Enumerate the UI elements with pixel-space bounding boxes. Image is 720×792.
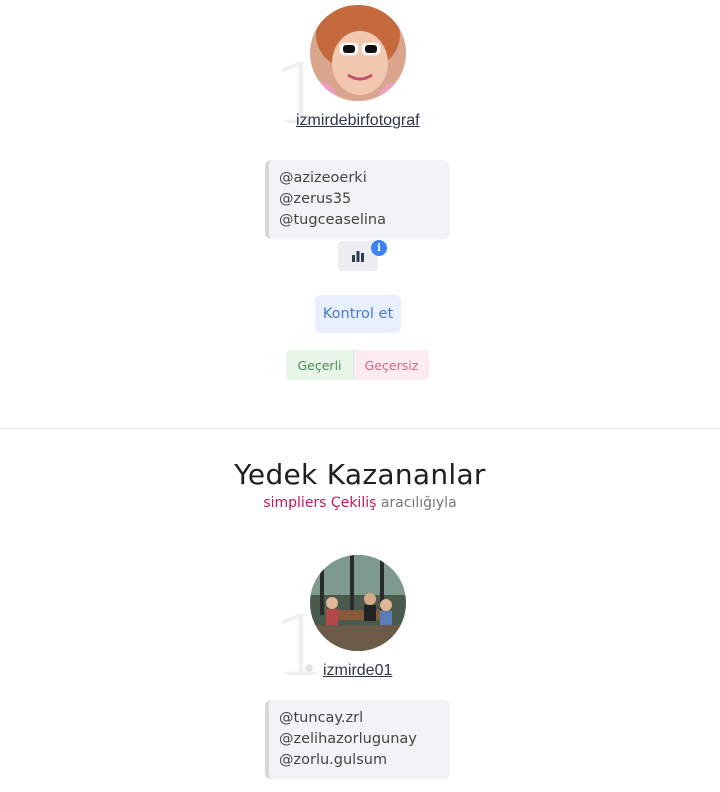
mentions-box: @tuncay.zrl @zelihazorlugunay @zorlu.gul… [265, 700, 450, 779]
avatar[interactable] [310, 555, 406, 651]
info-icon[interactable]: i [371, 240, 387, 256]
avatar[interactable] [310, 5, 406, 101]
backup-username-link[interactable]: izmirde01 [323, 662, 392, 680]
mention-line: @tuncay.zrl [279, 710, 364, 726]
mentions-box: @azizeoerki @zerus35 @tugceaselina [265, 160, 450, 239]
mention-line: @zorlu.gulsum [279, 752, 388, 768]
check-button[interactable]: Kontrol et [315, 295, 401, 333]
mention-line: @azizeoerki @zerus35 [279, 170, 367, 207]
section-title: Yedek Kazananlar [234, 458, 486, 491]
section-subtitle: simpliers Çekiliş aracılığıyla [0, 495, 720, 511]
invalid-button[interactable]: Geçersiz [354, 350, 429, 380]
rank-dot [305, 664, 313, 672]
mention-line: @tugceaselina [279, 212, 386, 228]
brand-link[interactable]: simpliers Çekiliş [263, 495, 376, 511]
bar-chart-icon [351, 247, 365, 266]
winner-username-link[interactable]: izmirdebirfotograf [296, 112, 420, 130]
subtitle-text: aracılığıyla [376, 495, 457, 511]
validity-toggle: Geçerli Geçersiz [286, 350, 429, 380]
valid-button[interactable]: Geçerli [286, 350, 354, 380]
mention-line: @zelihazorlugunay [279, 731, 417, 747]
section-divider [0, 428, 720, 429]
